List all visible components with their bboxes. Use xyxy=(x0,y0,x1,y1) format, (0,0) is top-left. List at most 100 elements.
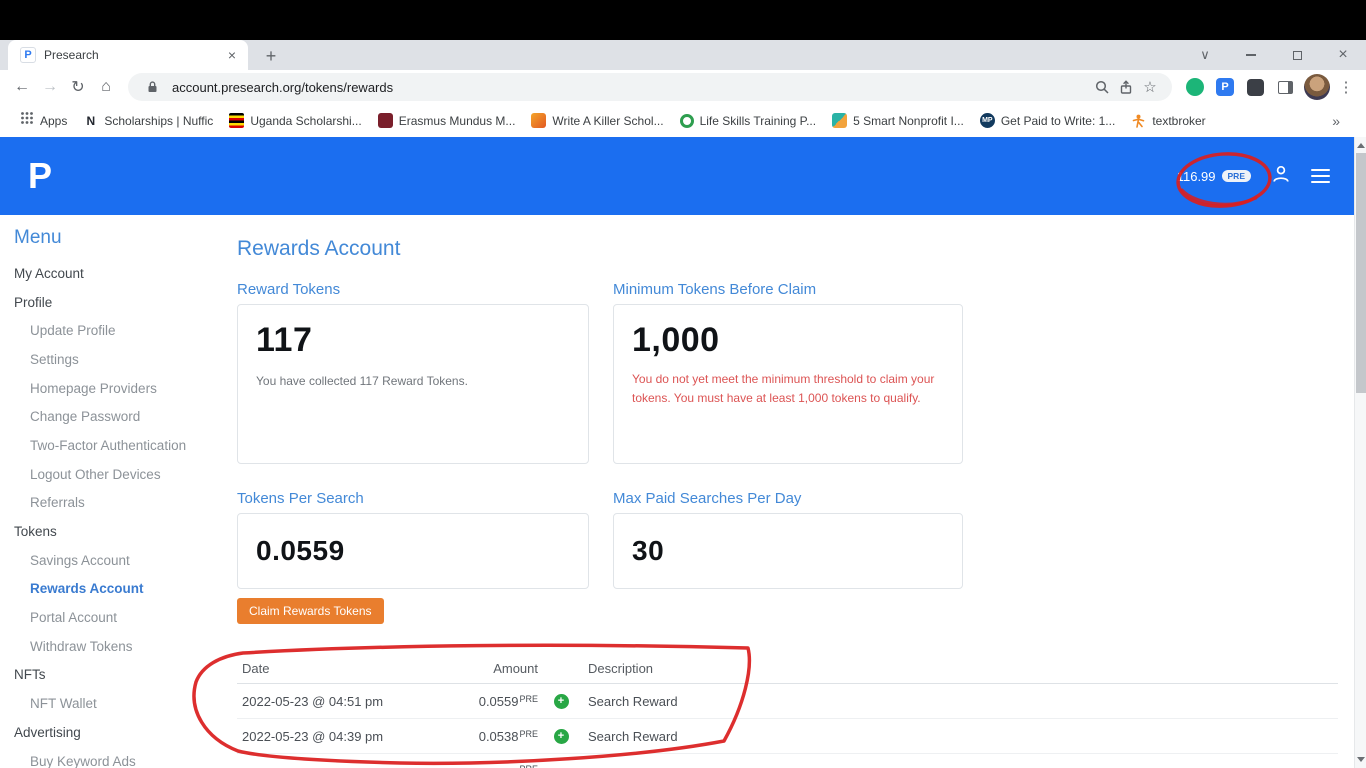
sidebar-item-settings[interactable]: Settings xyxy=(14,345,225,374)
bookmark-uganda[interactable]: Uganda Scholarshi... xyxy=(229,113,362,128)
table-row-partial: PRE xyxy=(237,754,1338,768)
bookmark-writekiller[interactable]: Write A Killer Schol... xyxy=(531,113,664,128)
lifeskills-favicon xyxy=(679,113,694,128)
browser-toolbar: ← → ↻ ⌂ account.presearch.org/tokens/rew… xyxy=(0,70,1366,104)
account-person-icon[interactable] xyxy=(1271,164,1291,189)
presearch-logo[interactable]: P xyxy=(28,155,52,197)
sidebar-item-tokens[interactable]: Tokens xyxy=(14,517,225,546)
bookmark-textbroker[interactable]: textbroker xyxy=(1131,113,1206,128)
bookmark-label: Apps xyxy=(40,113,68,128)
bookmark-label: 5 Smart Nonprofit I... xyxy=(853,113,964,128)
sidebar-item-withdraw-tokens[interactable]: Withdraw Tokens xyxy=(14,632,225,661)
tx-description: Search Reward xyxy=(588,728,678,744)
sidebar-item-my-account[interactable]: My Account xyxy=(14,259,225,288)
claim-rewards-button[interactable]: Claim Rewards Tokens xyxy=(237,598,384,624)
plus-circle-icon[interactable]: + xyxy=(553,728,569,744)
sidebar-item-profile[interactable]: Profile xyxy=(14,288,225,317)
maximize-button[interactable] xyxy=(1274,40,1320,70)
presearch-extension-icon[interactable]: P xyxy=(1212,74,1238,100)
sidebar-item-rewards-account[interactable]: Rewards Account xyxy=(14,575,225,604)
apps-shortcut[interactable]: Apps xyxy=(20,111,67,130)
token-balance-badge[interactable]: 116.99 PRE xyxy=(1177,169,1251,184)
hamburger-menu-icon[interactable] xyxy=(1311,168,1330,184)
header-right: 116.99 PRE xyxy=(1177,164,1330,189)
bookmark-star-icon[interactable]: ☆ xyxy=(1138,75,1162,99)
site-header: P 116.99 PRE xyxy=(0,137,1354,215)
lock-icon xyxy=(140,75,164,99)
reward-tokens-label: Reward Tokens xyxy=(237,281,341,298)
sidebar-item-referrals[interactable]: Referrals xyxy=(14,489,225,518)
tx-currency: PRE xyxy=(519,728,538,739)
browser-menu-icon[interactable]: ⋮ xyxy=(1334,75,1358,99)
tx-amount: PRE xyxy=(472,764,538,768)
home-button[interactable]: ⌂ xyxy=(92,73,120,101)
table-row: 2022-05-23 @ 04:39 pm 0.0538PRE + Search… xyxy=(237,719,1338,754)
sidebar-item-advertising[interactable]: Advertising xyxy=(14,718,225,747)
bookmark-erasmus[interactable]: Erasmus Mundus M... xyxy=(377,113,516,128)
sidebar-item-logout-other-devices[interactable]: Logout Other Devices xyxy=(14,460,225,489)
bookmark-nuffic[interactable]: N Scholarships | Nuffic xyxy=(83,113,213,128)
tx-currency: PRE xyxy=(519,764,538,768)
extension-icon-dark[interactable] xyxy=(1242,74,1268,100)
profile-avatar[interactable] xyxy=(1304,74,1330,100)
zoom-icon[interactable] xyxy=(1090,75,1114,99)
page-title: Rewards Account xyxy=(237,237,401,260)
bookmarks-overflow-icon[interactable]: » xyxy=(1332,113,1340,129)
side-panel-icon[interactable] xyxy=(1272,74,1298,100)
scroll-down-arrow[interactable] xyxy=(1355,753,1366,766)
plus-circle-icon[interactable]: + xyxy=(553,693,569,709)
share-icon[interactable] xyxy=(1114,75,1138,99)
browser-tab-presearch[interactable]: P Presearch × xyxy=(8,40,248,70)
close-window-button[interactable]: × xyxy=(1320,40,1366,70)
bookmark-nonprofit[interactable]: 5 Smart Nonprofit I... xyxy=(832,113,964,128)
max-paid-searches-label: Max Paid Searches Per Day xyxy=(613,490,802,507)
dark-square-icon xyxy=(1246,78,1264,96)
bookmark-label: textbroker xyxy=(1152,113,1206,128)
sidebar-item-two-factor[interactable]: Two-Factor Authentication xyxy=(14,431,225,460)
reward-tokens-value: 117 xyxy=(256,321,313,359)
minimize-button[interactable] xyxy=(1228,40,1274,70)
reward-tokens-caption: You have collected 117 Reward Tokens. xyxy=(256,374,468,388)
sidebar-item-nft-wallet[interactable]: NFT Wallet xyxy=(14,689,225,718)
mp-favicon: MP xyxy=(979,113,995,128)
sidebar: Menu My Account Profile Update Profile S… xyxy=(0,215,225,768)
uganda-flag-favicon xyxy=(229,113,245,128)
sidebar-item-change-password[interactable]: Change Password xyxy=(14,402,225,431)
scroll-up-arrow[interactable] xyxy=(1355,139,1366,152)
bookmark-lifeskills[interactable]: Life Skills Training P... xyxy=(679,113,817,128)
sidebar-item-nfts[interactable]: NFTs xyxy=(14,661,225,690)
tab-search-chevron-icon[interactable]: ∨ xyxy=(1182,40,1228,70)
scrollbar-thumb[interactable] xyxy=(1356,153,1366,393)
minimum-tokens-warning: You do not yet meet the minimum threshol… xyxy=(632,372,935,405)
window-controls: ∨ × xyxy=(1182,40,1366,70)
bookmark-label: Scholarships | Nuffic xyxy=(104,113,214,128)
tx-date: 2022-05-23 @ 04:39 pm xyxy=(242,728,384,744)
tab-title: Presearch xyxy=(44,48,99,62)
url-text[interactable]: account.presearch.org/tokens/rewards xyxy=(172,80,1090,95)
bookmark-label: Erasmus Mundus M... xyxy=(398,113,516,128)
tx-date: 2022-05-23 @ 04:51 pm xyxy=(242,693,384,709)
bookmark-label: Life Skills Training P... xyxy=(699,113,817,128)
browser-tab-strip: P Presearch × + ∨ × xyxy=(0,40,1366,70)
reward-tokens-card: 117 You have collected 117 Reward Tokens… xyxy=(237,304,589,464)
bookmark-getpaid[interactable]: MP Get Paid to Write: 1... xyxy=(979,113,1115,128)
new-tab-button[interactable]: + xyxy=(258,43,284,69)
reload-button[interactable]: ↻ xyxy=(64,73,92,101)
sidebar-item-portal-account[interactable]: Portal Account xyxy=(14,603,225,632)
sidebar-item-buy-keyword-ads[interactable]: Buy Keyword Ads xyxy=(14,747,225,768)
presearch-p-icon: P xyxy=(1216,78,1234,96)
tx-description: Search Reward xyxy=(588,693,678,709)
tx-amount: 0.0559PRE xyxy=(478,693,538,709)
sidebar-item-savings-account[interactable]: Savings Account xyxy=(14,546,225,575)
sidebar-title: Menu xyxy=(14,227,62,248)
sidebar-item-homepage-providers[interactable]: Homepage Providers xyxy=(14,374,225,403)
page-scrollbar[interactable] xyxy=(1354,137,1366,768)
sidebar-item-update-profile[interactable]: Update Profile xyxy=(14,316,225,345)
description-column-header: Description xyxy=(588,661,654,676)
tab-close-icon[interactable]: × xyxy=(224,47,240,63)
max-paid-searches-card: 30 xyxy=(613,513,963,589)
forward-button[interactable]: → xyxy=(36,73,64,101)
back-button[interactable]: ← xyxy=(8,73,36,101)
grammarly-extension-icon[interactable] xyxy=(1182,74,1208,100)
address-bar[interactable]: account.presearch.org/tokens/rewards ☆ xyxy=(128,73,1172,101)
